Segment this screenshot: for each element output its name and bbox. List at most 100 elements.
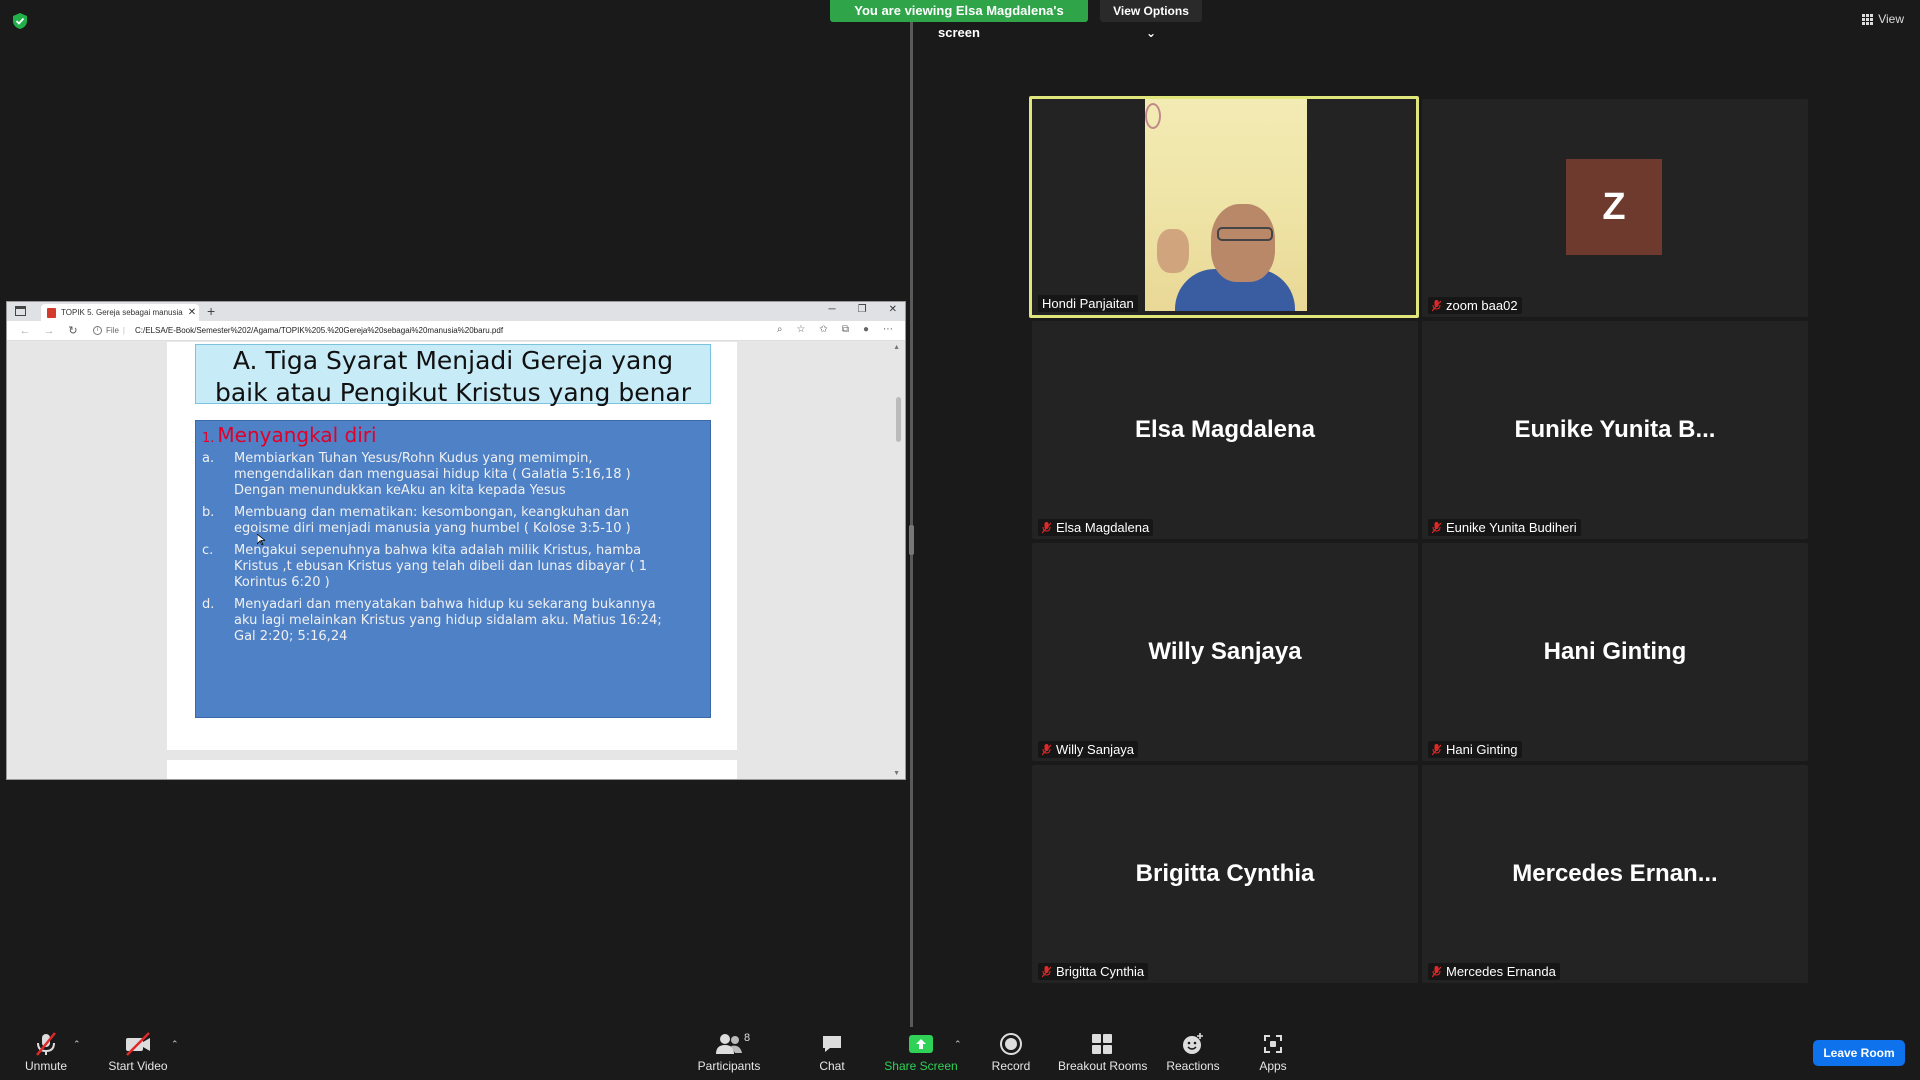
new-tab-icon[interactable]: +: [207, 303, 215, 319]
video-off-icon: [126, 1032, 150, 1056]
browser-tab[interactable]: TOPIK 5. Gereja sebagai manusia ✕: [41, 304, 199, 321]
participant-tile[interactable]: Elsa Magdalena Elsa Magdalena: [1032, 321, 1418, 539]
mouse-cursor-icon: [257, 534, 265, 546]
forward-icon[interactable]: →: [43, 325, 55, 337]
participant-name-label: Elsa Magdalena: [1038, 519, 1154, 536]
divider-drag-handle[interactable]: [909, 525, 914, 555]
participant-tile[interactable]: Brigitta Cynthia Brigitta Cynthia: [1032, 765, 1418, 983]
profile-icon[interactable]: ●: [863, 324, 869, 335]
participant-name-label: Eunike Yunita Budiheri: [1428, 519, 1581, 536]
reactions-button[interactable]: Reactions: [1164, 1031, 1222, 1073]
grid-view-icon: [1862, 13, 1874, 25]
participant-tile[interactable]: Eunike Yunita B... Eunike Yunita Budiher…: [1422, 321, 1808, 539]
mic-muted-icon: [1432, 743, 1441, 755]
file-label: File: [106, 326, 119, 335]
view-options-label: View Options: [1113, 4, 1189, 18]
share-screen-button[interactable]: Share Screen: [883, 1031, 959, 1073]
back-icon[interactable]: ←: [19, 325, 31, 337]
participant-display-name: Willy Sanjaya: [1148, 638, 1302, 665]
unmute-button[interactable]: Unmute: [18, 1031, 74, 1073]
share-banner: You are viewing Elsa Magdalena's screen: [830, 0, 1088, 40]
participant-display-name: Brigitta Cynthia: [1135, 860, 1315, 887]
record-button[interactable]: Record: [990, 1031, 1032, 1073]
tab-close-icon[interactable]: ✕: [188, 307, 196, 318]
view-label: View: [1878, 12, 1904, 26]
participants-icon: [716, 1034, 742, 1054]
window-controls: ─ ❐ ✕: [829, 304, 897, 315]
participant-tile[interactable]: Hani Ginting Hani Ginting: [1422, 543, 1808, 761]
participant-tile[interactable]: Z zoom baa02: [1422, 99, 1808, 317]
minimize-icon[interactable]: ─: [829, 304, 836, 315]
chat-button[interactable]: Chat: [810, 1031, 854, 1073]
participant-tile[interactable]: Hondi Panjaitan: [1029, 96, 1419, 318]
mic-muted-icon: [1432, 299, 1441, 311]
participant-name-label: Brigitta Cynthia: [1038, 963, 1149, 980]
zoom-icon[interactable]: ⌕: [777, 324, 783, 335]
view-layout-button[interactable]: View: [1862, 12, 1904, 26]
site-info[interactable]: i File |: [93, 326, 125, 335]
leave-room-button[interactable]: Leave Room: [1813, 1040, 1905, 1066]
refresh-icon[interactable]: ↻: [67, 324, 79, 337]
video-options-chevron-icon[interactable]: ⌃: [171, 1039, 179, 1050]
favorites-icon[interactable]: ✩: [819, 324, 827, 335]
participant-name-label: Hani Ginting: [1428, 741, 1522, 758]
apps-button[interactable]: Apps: [1254, 1031, 1292, 1073]
mic-muted-icon: [1042, 521, 1051, 533]
participant-name-label: zoom baa02: [1428, 297, 1522, 314]
slide-heading-number: 1.: [202, 431, 215, 446]
start-video-button[interactable]: Start Video: [106, 1031, 170, 1073]
participant-tile[interactable]: Willy Sanjaya Willy Sanjaya: [1032, 543, 1418, 761]
participant-video: [1145, 99, 1307, 311]
participant-name-label: Willy Sanjaya: [1038, 741, 1139, 758]
scroll-thumb[interactable]: [896, 397, 901, 442]
participant-name-label: Mercedes Ernanda: [1428, 963, 1560, 980]
slide-heading-text: Menyangkal diri: [217, 423, 377, 447]
slide-list-item: d. Menyadari dan menyatakan bahwa hidup …: [202, 597, 662, 644]
slide-heading: 1. Menyangkal diri: [202, 423, 377, 447]
reactions-icon: [1183, 1033, 1203, 1054]
share-options-chevron-icon[interactable]: ⌃: [954, 1039, 962, 1050]
slide-title-line1: A. Tiga Syarat Menjadi Gereja yang: [232, 346, 674, 375]
view-options-button[interactable]: View Options ⌄: [1100, 0, 1202, 40]
url-text[interactable]: C:/ELSA/E-Book/Semester%202/Agama/TOPIK%…: [135, 326, 503, 335]
tab-actions-icon[interactable]: [15, 306, 26, 316]
participants-count: 8: [744, 1032, 751, 1044]
audio-options-chevron-icon[interactable]: ⌃: [73, 1039, 81, 1050]
info-icon: i: [93, 326, 102, 335]
participant-display-name: Elsa Magdalena: [1134, 416, 1316, 443]
shared-screen-browser: TOPIK 5. Gereja sebagai manusia ✕ + ─ ❐ …: [6, 301, 906, 780]
pdf-scrollbar[interactable]: ▲ ▼: [893, 342, 903, 779]
slide-list-item: b. Membuang dan mematikan: kesombongan, …: [202, 505, 631, 536]
participants-button[interactable]: 8 Participants: [694, 1031, 764, 1073]
pdf-page: A. Tiga Syarat Menjadi Gereja yang baik …: [167, 342, 737, 750]
pdf-icon: [47, 307, 56, 318]
tab-title: TOPIK 5. Gereja sebagai manusia: [61, 308, 183, 317]
restore-icon[interactable]: ❐: [858, 304, 867, 315]
participant-display-name: Hani Ginting: [1543, 638, 1687, 665]
mic-muted-icon: [1042, 743, 1051, 755]
meeting-toolbar: Unmute ⌃ Start Video ⌃ 8 Participants Ch…: [0, 1027, 1920, 1080]
pdf-viewer[interactable]: A. Tiga Syarat Menjadi Gereja yang baik …: [7, 342, 905, 779]
slide-title-line2: baik atau Pengikut Kristus yang benar: [214, 378, 692, 407]
scroll-down-icon[interactable]: ▼: [893, 770, 900, 777]
collections-icon[interactable]: ⧉: [842, 324, 849, 335]
browser-tab-bar: TOPIK 5. Gereja sebagai manusia ✕ + ─ ❐ …: [7, 302, 905, 321]
encryption-shield-icon[interactable]: [12, 12, 28, 30]
participant-tile[interactable]: Mercedes Ernan... Mercedes Ernanda: [1422, 765, 1808, 983]
apps-icon: [1264, 1035, 1282, 1053]
slide-list: a. Membiarkan Tuhan Yesus/Rohn Kudus yan…: [202, 451, 702, 651]
close-icon[interactable]: ✕: [889, 304, 897, 315]
slide-list-item: c. Mengakui sepenuhnya bahwa kita adalah…: [202, 543, 647, 590]
participant-name-label: Hondi Panjaitan: [1038, 295, 1138, 312]
chevron-down-icon: ⌄: [1145, 26, 1157, 40]
more-menu-icon[interactable]: ⋯: [883, 324, 893, 335]
mic-muted-icon: [1042, 965, 1051, 977]
pdf-next-page: [167, 760, 737, 779]
add-favorite-icon[interactable]: ☆: [796, 324, 805, 335]
chat-icon: [823, 1036, 841, 1052]
browser-tools: ⌕ ☆ ✩ ⧉ ● ⋯: [777, 324, 893, 335]
scroll-up-icon[interactable]: ▲: [893, 344, 900, 351]
breakout-rooms-button[interactable]: Breakout Rooms: [1058, 1031, 1147, 1073]
mic-muted-icon: [1432, 965, 1441, 977]
mic-muted-icon: [36, 1032, 56, 1056]
